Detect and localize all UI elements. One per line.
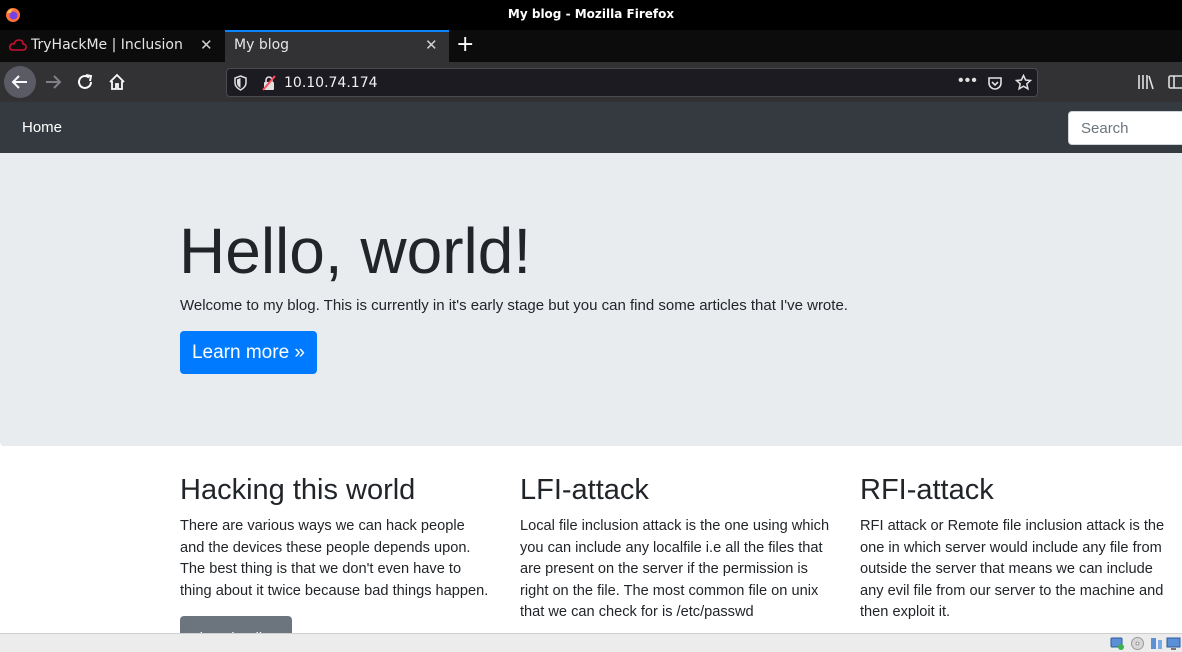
view-details-button[interactable]: View details » (180, 616, 292, 633)
shield-icon[interactable] (233, 75, 248, 91)
forward-button[interactable] (37, 66, 69, 98)
site-navbar: Home (0, 102, 1182, 153)
home-icon (109, 73, 125, 90)
bookmark-star-icon[interactable] (1015, 74, 1032, 91)
insecure-lock-icon[interactable] (261, 75, 277, 91)
page-viewport: Home Hello, world! Welcome to my blog. T… (0, 102, 1182, 633)
article-rfi-attack: RFI-attack RFI attack or Remote file inc… (860, 472, 1172, 624)
network-icon[interactable] (1110, 636, 1125, 651)
back-button[interactable] (4, 66, 36, 98)
article-hacking-this-world: Hacking this world There are various way… (180, 472, 490, 602)
usb-icon[interactable] (1149, 636, 1164, 651)
hero-heading: Hello, world! (179, 215, 532, 287)
article-body: Local file inclusion attack is the one u… (520, 518, 830, 620)
article-title: RFI-attack (860, 474, 994, 506)
jumbotron: Hello, world! Welcome to my blog. This i… (0, 153, 1182, 446)
sidebar-icon[interactable] (1168, 74, 1182, 90)
library-icon[interactable] (1137, 74, 1155, 90)
page-actions-icon[interactable]: ••• (958, 72, 978, 90)
tab-tryhackme[interactable]: TryHackMe | Inclusion ✕ (0, 30, 222, 62)
url-text[interactable]: 10.10.74.174 (284, 75, 378, 91)
window-titlebar: My blog - Mozilla Firefox (0, 0, 1182, 30)
optical-drive-icon[interactable] (1130, 636, 1145, 651)
article-title: Hacking this world (180, 474, 416, 506)
reload-button[interactable] (69, 66, 101, 98)
learn-more-button[interactable]: Learn more » (180, 331, 317, 374)
reload-icon (78, 74, 93, 89)
close-tab-icon[interactable]: ✕ (425, 36, 438, 54)
display-icon[interactable] (1166, 636, 1181, 651)
tab-label: TryHackMe | Inclusion (31, 37, 183, 53)
hero-text: Welcome to my blog. This is currently in… (180, 297, 848, 314)
article-lfi-attack: LFI-attack Local file inclusion attack i… (520, 472, 830, 624)
vm-status-bar (0, 633, 1182, 652)
nav-home-link[interactable]: Home (22, 119, 62, 136)
article-title: LFI-attack (520, 474, 649, 506)
tab-my-blog[interactable]: My blog ✕ (225, 30, 449, 62)
search-input[interactable] (1068, 111, 1182, 145)
article-body: There are various ways we can hack peopl… (180, 518, 489, 599)
arrow-right-icon (46, 75, 62, 89)
navigation-toolbar: 10.10.74.174 ••• (0, 62, 1182, 102)
arrow-left-icon (11, 75, 27, 89)
home-button[interactable] (101, 66, 133, 98)
address-bar[interactable]: 10.10.74.174 ••• (226, 68, 1038, 97)
window-title: My blog - Mozilla Firefox (507, 7, 675, 21)
tryhackme-cloud-icon (9, 39, 27, 51)
article-body: RFI attack or Remote file inclusion atta… (860, 518, 1165, 620)
pocket-icon[interactable] (987, 75, 1003, 91)
new-tab-icon[interactable]: + (456, 33, 474, 57)
tab-strip: TryHackMe | Inclusion ✕ My blog ✕ + (0, 30, 1182, 62)
close-tab-icon[interactable]: ✕ (200, 36, 213, 54)
tab-label: My blog (234, 37, 290, 53)
